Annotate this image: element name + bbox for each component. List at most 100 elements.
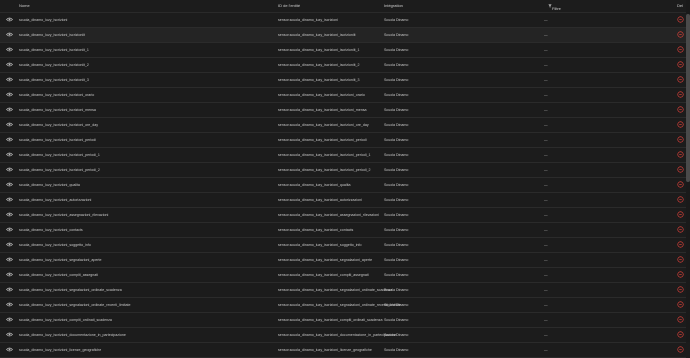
eye-icon[interactable] bbox=[6, 197, 13, 202]
delete-icon[interactable] bbox=[677, 181, 684, 188]
eye-icon[interactable] bbox=[6, 107, 13, 112]
row-filter: — bbox=[544, 303, 548, 307]
row-name: scuola_dinamo_luzy_iscrizioni_licenze_ge… bbox=[19, 348, 102, 352]
eye-icon[interactable] bbox=[6, 137, 13, 142]
delete-icon[interactable] bbox=[677, 136, 684, 143]
table-row[interactable]: scuola_dinamo_luzy_iscrizioni_iscrizioni… bbox=[0, 103, 686, 118]
column-header-entity-id[interactable]: ID de l'entité bbox=[278, 3, 300, 8]
row-filter: — bbox=[544, 273, 548, 277]
delete-icon[interactable] bbox=[677, 211, 684, 218]
delete-icon[interactable] bbox=[677, 331, 684, 338]
row-name: scuola_dinamo_luzy_iscrizioni_iscrizioni… bbox=[19, 153, 100, 157]
row-name: scuola_dinamo_luzy_iscrizioni_soggetto_i… bbox=[19, 243, 91, 247]
delete-icon[interactable] bbox=[677, 271, 684, 278]
eye-icon[interactable] bbox=[6, 62, 13, 67]
delete-icon[interactable] bbox=[677, 166, 684, 173]
table-row[interactable]: scuola_dinamo_luzy_iscrizioni_segnalazio… bbox=[0, 283, 686, 298]
table-row[interactable]: scuola_dinamo_luzy_iscrizioni_iscrizioni… bbox=[0, 58, 686, 73]
table-row[interactable]: scuola_dinamo_luzy_iscrizioni_soggetto_i… bbox=[0, 238, 686, 253]
table-row[interactable]: scuola_dinamo_luzy_iscrizioni_contacts se… bbox=[0, 223, 686, 238]
delete-icon[interactable] bbox=[677, 301, 684, 308]
row-entity-id: sensor.scuola_dinamo_luzy_iscrizioni_isc… bbox=[278, 48, 360, 52]
table-row[interactable]: scuola_dinamo_luzy_iscrizioni_iscrizioni… bbox=[0, 163, 686, 178]
row-filter: — bbox=[544, 333, 548, 337]
table-row[interactable]: scuola_dinamo_luzy_iscrizioni_compiti_as… bbox=[0, 268, 686, 283]
delete-icon[interactable] bbox=[677, 286, 684, 293]
delete-icon[interactable] bbox=[677, 241, 684, 248]
row-filter: — bbox=[544, 93, 548, 97]
column-header-filter[interactable]: Filtre bbox=[548, 3, 561, 11]
eye-icon[interactable] bbox=[6, 32, 13, 37]
eye-icon[interactable] bbox=[6, 287, 13, 292]
table-row[interactable]: scuola_dinamo_luzy_iscrizioni_segnalazio… bbox=[0, 253, 686, 268]
eye-icon[interactable] bbox=[6, 332, 13, 337]
table-row[interactable]: scuola_dinamo_luzy_iscrizioni_iscrizioni… bbox=[0, 148, 686, 163]
table-row[interactable]: scuola_dinamo_luzy_iscrizioni_compiti_or… bbox=[0, 313, 686, 328]
delete-icon[interactable] bbox=[677, 151, 684, 158]
delete-icon[interactable] bbox=[677, 256, 684, 263]
eye-icon[interactable] bbox=[6, 92, 13, 97]
delete-icon[interactable] bbox=[677, 226, 684, 233]
row-entity-id: sensor.scuola_dinamo_luzy_iscrizioni_qua… bbox=[278, 183, 351, 187]
row-filter: — bbox=[544, 228, 548, 232]
eye-icon[interactable] bbox=[6, 152, 13, 157]
column-header-name[interactable]: Nome bbox=[19, 3, 30, 8]
table-row[interactable]: scuola_dinamo_luzy_iscrizioni_autorizzaz… bbox=[0, 193, 686, 208]
eye-icon[interactable] bbox=[6, 167, 13, 172]
row-name: scuola_dinamo_luzy_iscrizioni_iscrizioni… bbox=[19, 63, 89, 67]
table-row[interactable]: scuola_dinamo_luzy_iscrizioni_documentaz… bbox=[0, 328, 686, 343]
delete-icon[interactable] bbox=[677, 16, 684, 23]
table-row[interactable]: scuola_dinamo_luzy_iscrizioni_segnalazio… bbox=[0, 298, 686, 313]
delete-icon[interactable] bbox=[677, 121, 684, 128]
table-row[interactable]: scuola_dinamo_luzy_iscrizioni_iscrizioni… bbox=[0, 118, 686, 133]
delete-icon[interactable] bbox=[677, 91, 684, 98]
table-row[interactable]: scuola_dinamo_luzy_iscrizioni_qualita sen… bbox=[0, 178, 686, 193]
delete-icon[interactable] bbox=[677, 61, 684, 68]
table-row[interactable]: scuola_dinamo_luzy_iscrizioni_iscrizioni… bbox=[0, 73, 686, 88]
row-filter: — bbox=[544, 138, 548, 142]
eye-icon[interactable] bbox=[6, 122, 13, 127]
table-body: scuola_dinamo_luzy_iscrizioni sensor.scuo… bbox=[0, 13, 686, 358]
table-row[interactable]: scuola_dinamo_luzy_iscrizioni_iscrizioni… bbox=[0, 43, 686, 58]
delete-icon[interactable] bbox=[677, 31, 684, 38]
delete-icon[interactable] bbox=[677, 346, 684, 353]
eye-icon[interactable] bbox=[6, 257, 13, 262]
row-integration: Scuola Dinamo bbox=[384, 48, 409, 52]
row-filter: — bbox=[544, 123, 548, 127]
delete-icon[interactable] bbox=[677, 76, 684, 83]
row-filter: — bbox=[544, 213, 548, 217]
row-name: scuola_dinamo_luzy_iscrizioni_compiti_as… bbox=[19, 273, 99, 277]
row-name: scuola_dinamo_luzy_iscrizioni_iscrizioni… bbox=[19, 108, 96, 112]
table-row[interactable]: scuola_dinamo_luzy_iscrizioni sensor.scuo… bbox=[0, 13, 686, 28]
row-name: scuola_dinamo_luzy_iscrizioni bbox=[19, 18, 68, 22]
row-entity-id: sensor.scuola_dinamo_luzy_iscrizioni_com… bbox=[278, 273, 369, 277]
delete-icon[interactable] bbox=[677, 196, 684, 203]
table-row[interactable]: scuola_dinamo_luzy_iscrizioni_licenze_ge… bbox=[0, 343, 686, 358]
scrollbar-thumb[interactable] bbox=[686, 14, 690, 182]
column-header-integration[interactable]: Intégration bbox=[384, 3, 403, 8]
delete-icon[interactable] bbox=[677, 316, 684, 323]
table-row[interactable]: scuola_dinamo_luzy_iscrizioni_iscrizioni… bbox=[0, 28, 686, 43]
table-header: Nome ID de l'entité Intégration Filtre D… bbox=[0, 0, 686, 13]
row-integration: Scuola Dinamo bbox=[384, 243, 409, 247]
eye-icon[interactable] bbox=[6, 347, 13, 352]
eye-icon[interactable] bbox=[6, 47, 13, 52]
eye-icon[interactable] bbox=[6, 317, 13, 322]
eye-icon[interactable] bbox=[6, 272, 13, 277]
row-entity-id: sensor.scuola_dinamo_luzy_iscrizioni_isc… bbox=[278, 138, 367, 142]
table-row[interactable]: scuola_dinamo_luzy_iscrizioni_assegnazio… bbox=[0, 208, 686, 223]
eye-icon[interactable] bbox=[6, 212, 13, 217]
eye-icon[interactable] bbox=[6, 77, 13, 82]
eye-icon[interactable] bbox=[6, 182, 13, 187]
row-entity-id: sensor.scuola_dinamo_luzy_iscrizioni_seg… bbox=[278, 288, 393, 292]
row-entity-id: sensor.scuola_dinamo_luzy_iscrizioni_isc… bbox=[278, 153, 371, 157]
row-entity-id: sensor.scuola_dinamo_luzy_iscrizioni_isc… bbox=[278, 93, 365, 97]
eye-icon[interactable] bbox=[6, 302, 13, 307]
eye-icon[interactable] bbox=[6, 242, 13, 247]
delete-icon[interactable] bbox=[677, 106, 684, 113]
table-row[interactable]: scuola_dinamo_luzy_iscrizioni_iscrizioni… bbox=[0, 88, 686, 103]
eye-icon[interactable] bbox=[6, 227, 13, 232]
table-row[interactable]: scuola_dinamo_luzy_iscrizioni_iscrizioni… bbox=[0, 133, 686, 148]
eye-icon[interactable] bbox=[6, 17, 13, 22]
delete-icon[interactable] bbox=[677, 46, 684, 53]
